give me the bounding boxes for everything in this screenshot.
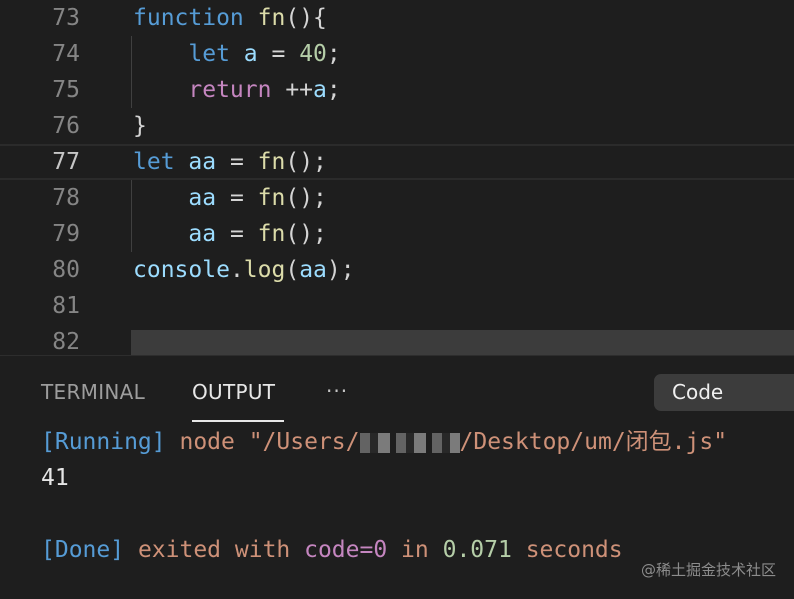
- code-line[interactable]: 81: [0, 288, 794, 324]
- code-token: ();: [285, 185, 327, 211]
- code-token: fn: [257, 185, 286, 211]
- exit-code: code=0: [304, 537, 388, 563]
- line-number: 76: [52, 113, 80, 139]
- line-source: console.log(aa);: [133, 252, 355, 288]
- line-number: 78: [52, 185, 80, 211]
- watermark: @稀土掘金技术社区: [640, 561, 776, 579]
- code-token: ;: [326, 41, 341, 67]
- code-token: a: [313, 77, 327, 103]
- output-line-result: 41: [41, 465, 69, 491]
- line-number: 73: [52, 5, 80, 31]
- code-token: console: [133, 257, 230, 283]
- code-line[interactable]: 77 let aa = fn();: [0, 144, 794, 180]
- line-source: let aa = fn();: [133, 144, 327, 180]
- code-token: aa: [299, 257, 327, 283]
- output-line-done: [Done] exited with code=0 in 0.071 secon…: [41, 532, 623, 568]
- line-source: function fn(){: [133, 0, 327, 36]
- line-source: aa = fn();: [133, 180, 327, 216]
- code-token: aa: [188, 221, 217, 247]
- code-token: let: [188, 41, 230, 67]
- active-tab-indicator: [192, 420, 284, 422]
- tab-terminal[interactable]: TERMINAL: [41, 374, 145, 410]
- line-number: 80: [52, 257, 80, 283]
- command-prefix: node "/Users/: [165, 429, 360, 455]
- redacted-username: [359, 432, 460, 453]
- line-number: 82: [52, 329, 80, 355]
- code-token: aa: [188, 149, 217, 175]
- code-line[interactable]: 74 let a = 40;: [0, 36, 794, 72]
- exit-text: exited with: [124, 537, 305, 563]
- code-token: =: [216, 221, 258, 247]
- indent-guide: [131, 36, 132, 108]
- code-token: }: [133, 113, 147, 139]
- code-line[interactable]: 79 aa = fn();: [0, 216, 794, 252]
- command-suffix: /Desktop/um/闭包.js": [459, 429, 728, 455]
- horizontal-scrollbar[interactable]: [131, 330, 794, 355]
- code-token: function: [133, 5, 244, 31]
- output-line-running: [Running] node "/Users/ /Desktop/um/闭包.js…: [41, 424, 727, 460]
- code-token: (: [285, 257, 300, 283]
- code-token: a: [243, 41, 258, 67]
- code-editor[interactable]: 73 function fn(){74 let a = 40; 75 return …: [0, 0, 794, 355]
- seconds-text: seconds: [511, 537, 623, 563]
- code-token: fn: [257, 5, 286, 31]
- code-token: =: [257, 41, 300, 67]
- code-token: ;: [326, 77, 341, 103]
- running-tag: [Running]: [41, 429, 166, 455]
- line-source: return ++a;: [133, 72, 341, 108]
- code-token: (){: [285, 5, 327, 31]
- line-number: 77: [52, 149, 80, 175]
- code-line[interactable]: 80 console.log(aa);: [0, 252, 794, 288]
- in-text: in: [387, 537, 443, 563]
- code-token: fn: [257, 149, 286, 175]
- output-channel-label: Code: [672, 380, 724, 404]
- line-source: }: [133, 108, 147, 144]
- line-number: 79: [52, 221, 80, 247]
- done-tag: [Done]: [41, 537, 125, 563]
- code-token: .: [229, 257, 244, 283]
- code-token: 40: [299, 41, 327, 67]
- line-number: 81: [52, 293, 80, 319]
- output-channel-select[interactable]: Code: [654, 374, 794, 411]
- code-line[interactable]: 73 function fn(){: [0, 0, 794, 36]
- code-token: let: [133, 149, 175, 175]
- duration-value: 0.071: [442, 537, 512, 563]
- code-line[interactable]: 75 return ++a;: [0, 72, 794, 108]
- code-token: );: [326, 257, 355, 283]
- line-source: aa = fn();: [133, 216, 327, 252]
- code-token: return: [188, 77, 272, 103]
- more-actions-icon[interactable]: ···: [326, 374, 348, 410]
- tab-output[interactable]: OUTPUT: [192, 374, 275, 410]
- code-token: ++: [271, 77, 314, 103]
- line-source: let a = 40;: [133, 36, 341, 72]
- code-token: fn: [257, 221, 286, 247]
- code-token: ();: [285, 221, 327, 247]
- code-line[interactable]: 78 aa = fn();: [0, 180, 794, 216]
- code-token: ();: [285, 149, 327, 175]
- line-number: 75: [52, 77, 80, 103]
- code-token: =: [216, 149, 258, 175]
- code-token: log: [243, 257, 286, 283]
- line-number: 74: [52, 41, 80, 67]
- code-token: aa: [188, 185, 217, 211]
- indent-guide: [131, 180, 132, 252]
- code-token: =: [216, 185, 258, 211]
- code-line[interactable]: 76}: [0, 108, 794, 144]
